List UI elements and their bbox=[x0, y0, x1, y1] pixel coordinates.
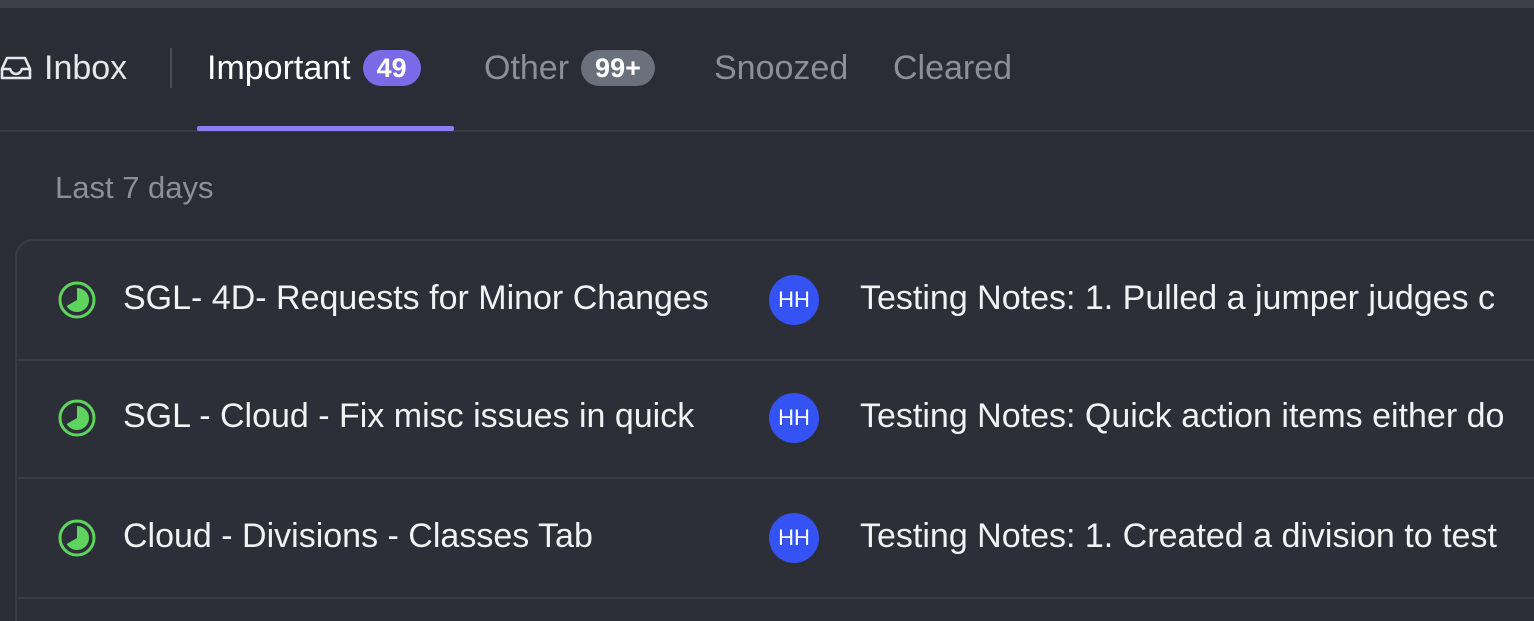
item-title: SGL - Cloud - Fix misc issues in quick bbox=[123, 397, 695, 435]
tab-snoozed[interactable]: Snoozed bbox=[714, 48, 848, 88]
in-progress-icon bbox=[58, 399, 96, 437]
tab-other[interactable]: Other 99+ bbox=[484, 48, 655, 88]
important-count-badge: 49 bbox=[362, 50, 421, 86]
tab-cleared[interactable]: Cleared bbox=[893, 48, 1012, 88]
notification-list: SGL- 4D- Requests for Minor Changes HH T… bbox=[15, 239, 1534, 621]
tab-important[interactable]: Important 49 bbox=[207, 48, 421, 88]
in-progress-icon bbox=[58, 519, 96, 557]
tab-important-label: Important bbox=[207, 48, 351, 87]
tab-snoozed-label: Snoozed bbox=[714, 48, 849, 87]
inbox-icon bbox=[0, 56, 32, 80]
tab-divider bbox=[170, 48, 172, 88]
other-count-badge: 99+ bbox=[581, 50, 655, 86]
tab-inbox[interactable]: Inbox bbox=[0, 48, 127, 88]
list-item[interactable]: Cloud - Divisions - Classes Tab HH Testi… bbox=[17, 479, 1534, 599]
list-item[interactable]: SGL- 4D- Requests for Minor Changes HH T… bbox=[17, 241, 1534, 361]
tab-other-label: Other bbox=[484, 48, 570, 87]
tab-inbox-label: Inbox bbox=[44, 48, 128, 87]
top-strip bbox=[0, 0, 1534, 8]
in-progress-icon bbox=[58, 281, 96, 319]
item-notes: Testing Notes: Quick action items either… bbox=[860, 397, 1505, 435]
item-notes: Testing Notes: 1. Pulled a jumper judges… bbox=[860, 279, 1496, 317]
active-tab-indicator bbox=[197, 126, 454, 131]
item-notes: Testing Notes: 1. Created a division to … bbox=[860, 517, 1497, 555]
avatar[interactable]: HH bbox=[769, 275, 819, 325]
section-heading: Last 7 days bbox=[55, 170, 214, 205]
tab-cleared-label: Cleared bbox=[893, 48, 1013, 87]
inbox-tab-bar: Inbox Important 49 Other 99+ Snoozed Cle… bbox=[0, 8, 1534, 132]
avatar[interactable]: HH bbox=[769, 393, 819, 443]
list-item[interactable]: SGL - Cloud - Fix misc issues in quick H… bbox=[17, 359, 1534, 479]
avatar[interactable]: HH bbox=[769, 513, 819, 563]
item-title: SGL- 4D- Requests for Minor Changes bbox=[123, 279, 709, 317]
item-title: Cloud - Divisions - Classes Tab bbox=[123, 517, 593, 555]
